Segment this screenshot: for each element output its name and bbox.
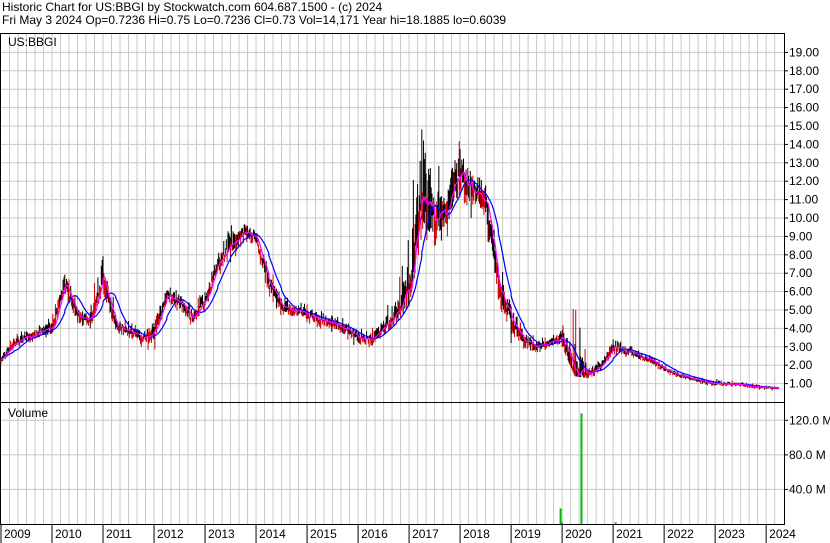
price-tick-label: 1.00 bbox=[789, 377, 813, 391]
year-tick-label: 2017 bbox=[412, 527, 439, 541]
price-tick-label: 4.00 bbox=[789, 321, 813, 335]
price-tick-label: 14.00 bbox=[789, 137, 819, 151]
symbol-label: US:BBGI bbox=[8, 35, 57, 49]
price-tick-label: 12.00 bbox=[789, 174, 819, 188]
price-tick-label: 16.00 bbox=[789, 101, 819, 115]
volume-tick-label: 120.0 M bbox=[789, 413, 830, 427]
price-tick-label: 3.00 bbox=[789, 340, 813, 354]
price-tick-label: 17.00 bbox=[789, 82, 819, 96]
price-tick-label: 9.00 bbox=[789, 229, 813, 243]
volume-label: Volume bbox=[8, 406, 48, 420]
price-tick-label: 18.00 bbox=[789, 64, 819, 78]
year-tick-label: 2010 bbox=[55, 527, 82, 541]
year-tick-label: 2023 bbox=[718, 527, 745, 541]
year-tick-label: 2021 bbox=[616, 527, 643, 541]
year-tick-label: 2018 bbox=[463, 527, 490, 541]
quote-summary: Fri May 3 2024 Op=0.7236 Hi=0.75 Lo=0.72… bbox=[2, 13, 507, 27]
price-tick-label: 10.00 bbox=[789, 211, 819, 225]
volume-tick-label: 40.0 M bbox=[789, 482, 826, 496]
stock-chart: 1.00 2.00 3.00 4.00 5.00 6.00 7.00 8.00 9.00 10.0… bbox=[0, 33, 830, 543]
volume-tick-label: 80.0 M bbox=[789, 448, 826, 462]
price-tick-label: 19.00 bbox=[789, 45, 819, 59]
year-tick-label: 2011 bbox=[106, 527, 132, 541]
year-tick-label: 2009 bbox=[4, 527, 31, 541]
time-axis: 2009 2010 2011 2012 2013 2014 2015 2016 2017 2018… bbox=[0, 524, 796, 543]
year-tick-label: 2019 bbox=[514, 527, 541, 541]
price-tick-label: 2.00 bbox=[789, 358, 813, 372]
year-tick-label: 2020 bbox=[565, 527, 592, 541]
price-tick-label: 5.00 bbox=[789, 303, 813, 317]
year-tick-label: 2015 bbox=[310, 527, 337, 541]
volume-axis: 40.0 M 80.0 M 120.0 M bbox=[784, 413, 830, 496]
year-tick-label: 2012 bbox=[157, 527, 184, 541]
price-tick-label: 11.00 bbox=[789, 193, 818, 207]
year-tick-label: 2013 bbox=[208, 527, 235, 541]
price-tick-label: 7.00 bbox=[789, 266, 813, 280]
price-axis: 1.00 2.00 3.00 4.00 5.00 6.00 7.00 8.00 9.00 10.0… bbox=[784, 45, 819, 391]
price-tick-label: 15.00 bbox=[789, 119, 819, 133]
year-tick-label: 2022 bbox=[667, 527, 694, 541]
year-tick-label: 2024 bbox=[769, 527, 796, 541]
year-tick-label: 2016 bbox=[361, 527, 388, 541]
price-tick-label: 8.00 bbox=[789, 248, 813, 262]
year-tick-label: 2014 bbox=[259, 527, 286, 541]
price-tick-label: 6.00 bbox=[789, 285, 813, 299]
price-tick-label: 13.00 bbox=[789, 156, 819, 170]
